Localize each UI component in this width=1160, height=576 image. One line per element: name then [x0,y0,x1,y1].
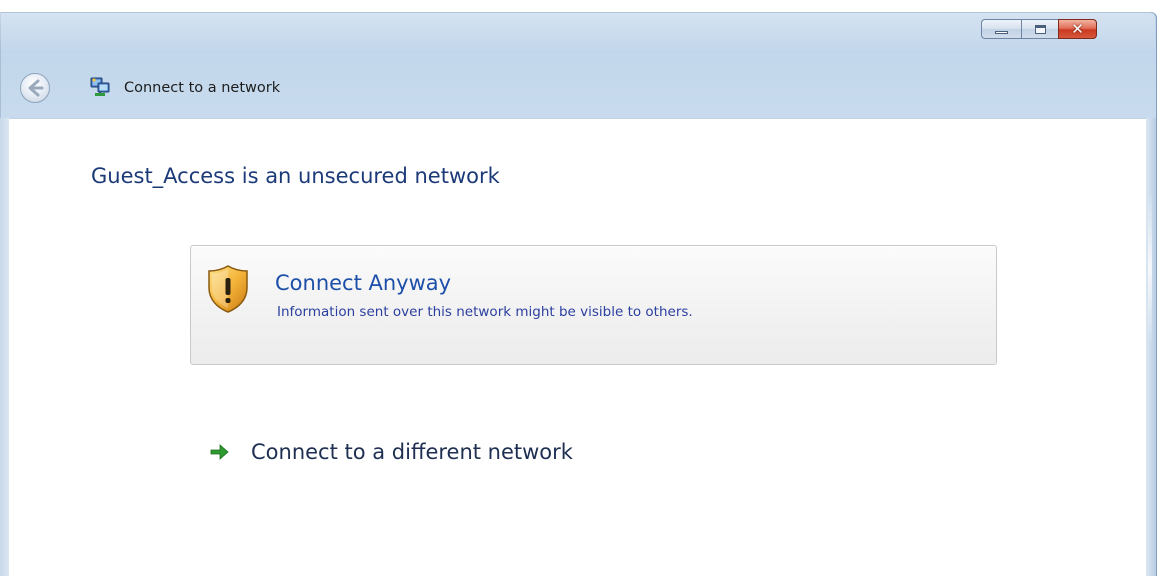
network-icon [90,77,110,96]
back-arrow-icon [28,79,44,97]
connect-anyway-description: Information sent over this network might… [277,304,693,320]
caption-buttons: ✕ [981,19,1097,41]
window-right-border [1146,118,1156,576]
border-glint [1148,188,1152,348]
maximize-button[interactable] [1021,19,1058,39]
connect-anyway-label: Connect Anyway [275,271,452,295]
maximize-icon [1035,25,1046,34]
close-button[interactable]: ✕ [1058,19,1097,39]
security-warning-shield-icon [208,265,248,313]
close-icon: ✕ [1071,20,1084,38]
connect-anyway-option[interactable]: Connect Anyway Information sent over thi… [190,245,997,365]
back-button[interactable] [20,73,50,103]
window-title: Connect to a network [124,80,281,96]
connect-different-network-label: Connect to a different network [251,440,573,464]
green-arrow-icon [210,444,229,460]
page-heading: Guest_Access is an unsecured network [91,164,500,188]
connect-to-network-window: ✕ Connect to a network Guest_Access is a… [0,0,1160,576]
minimize-icon [995,31,1008,34]
minimize-button[interactable] [981,19,1021,39]
content-area: Guest_Access is an unsecured network Con… [9,118,1146,576]
window-left-border [0,118,9,576]
